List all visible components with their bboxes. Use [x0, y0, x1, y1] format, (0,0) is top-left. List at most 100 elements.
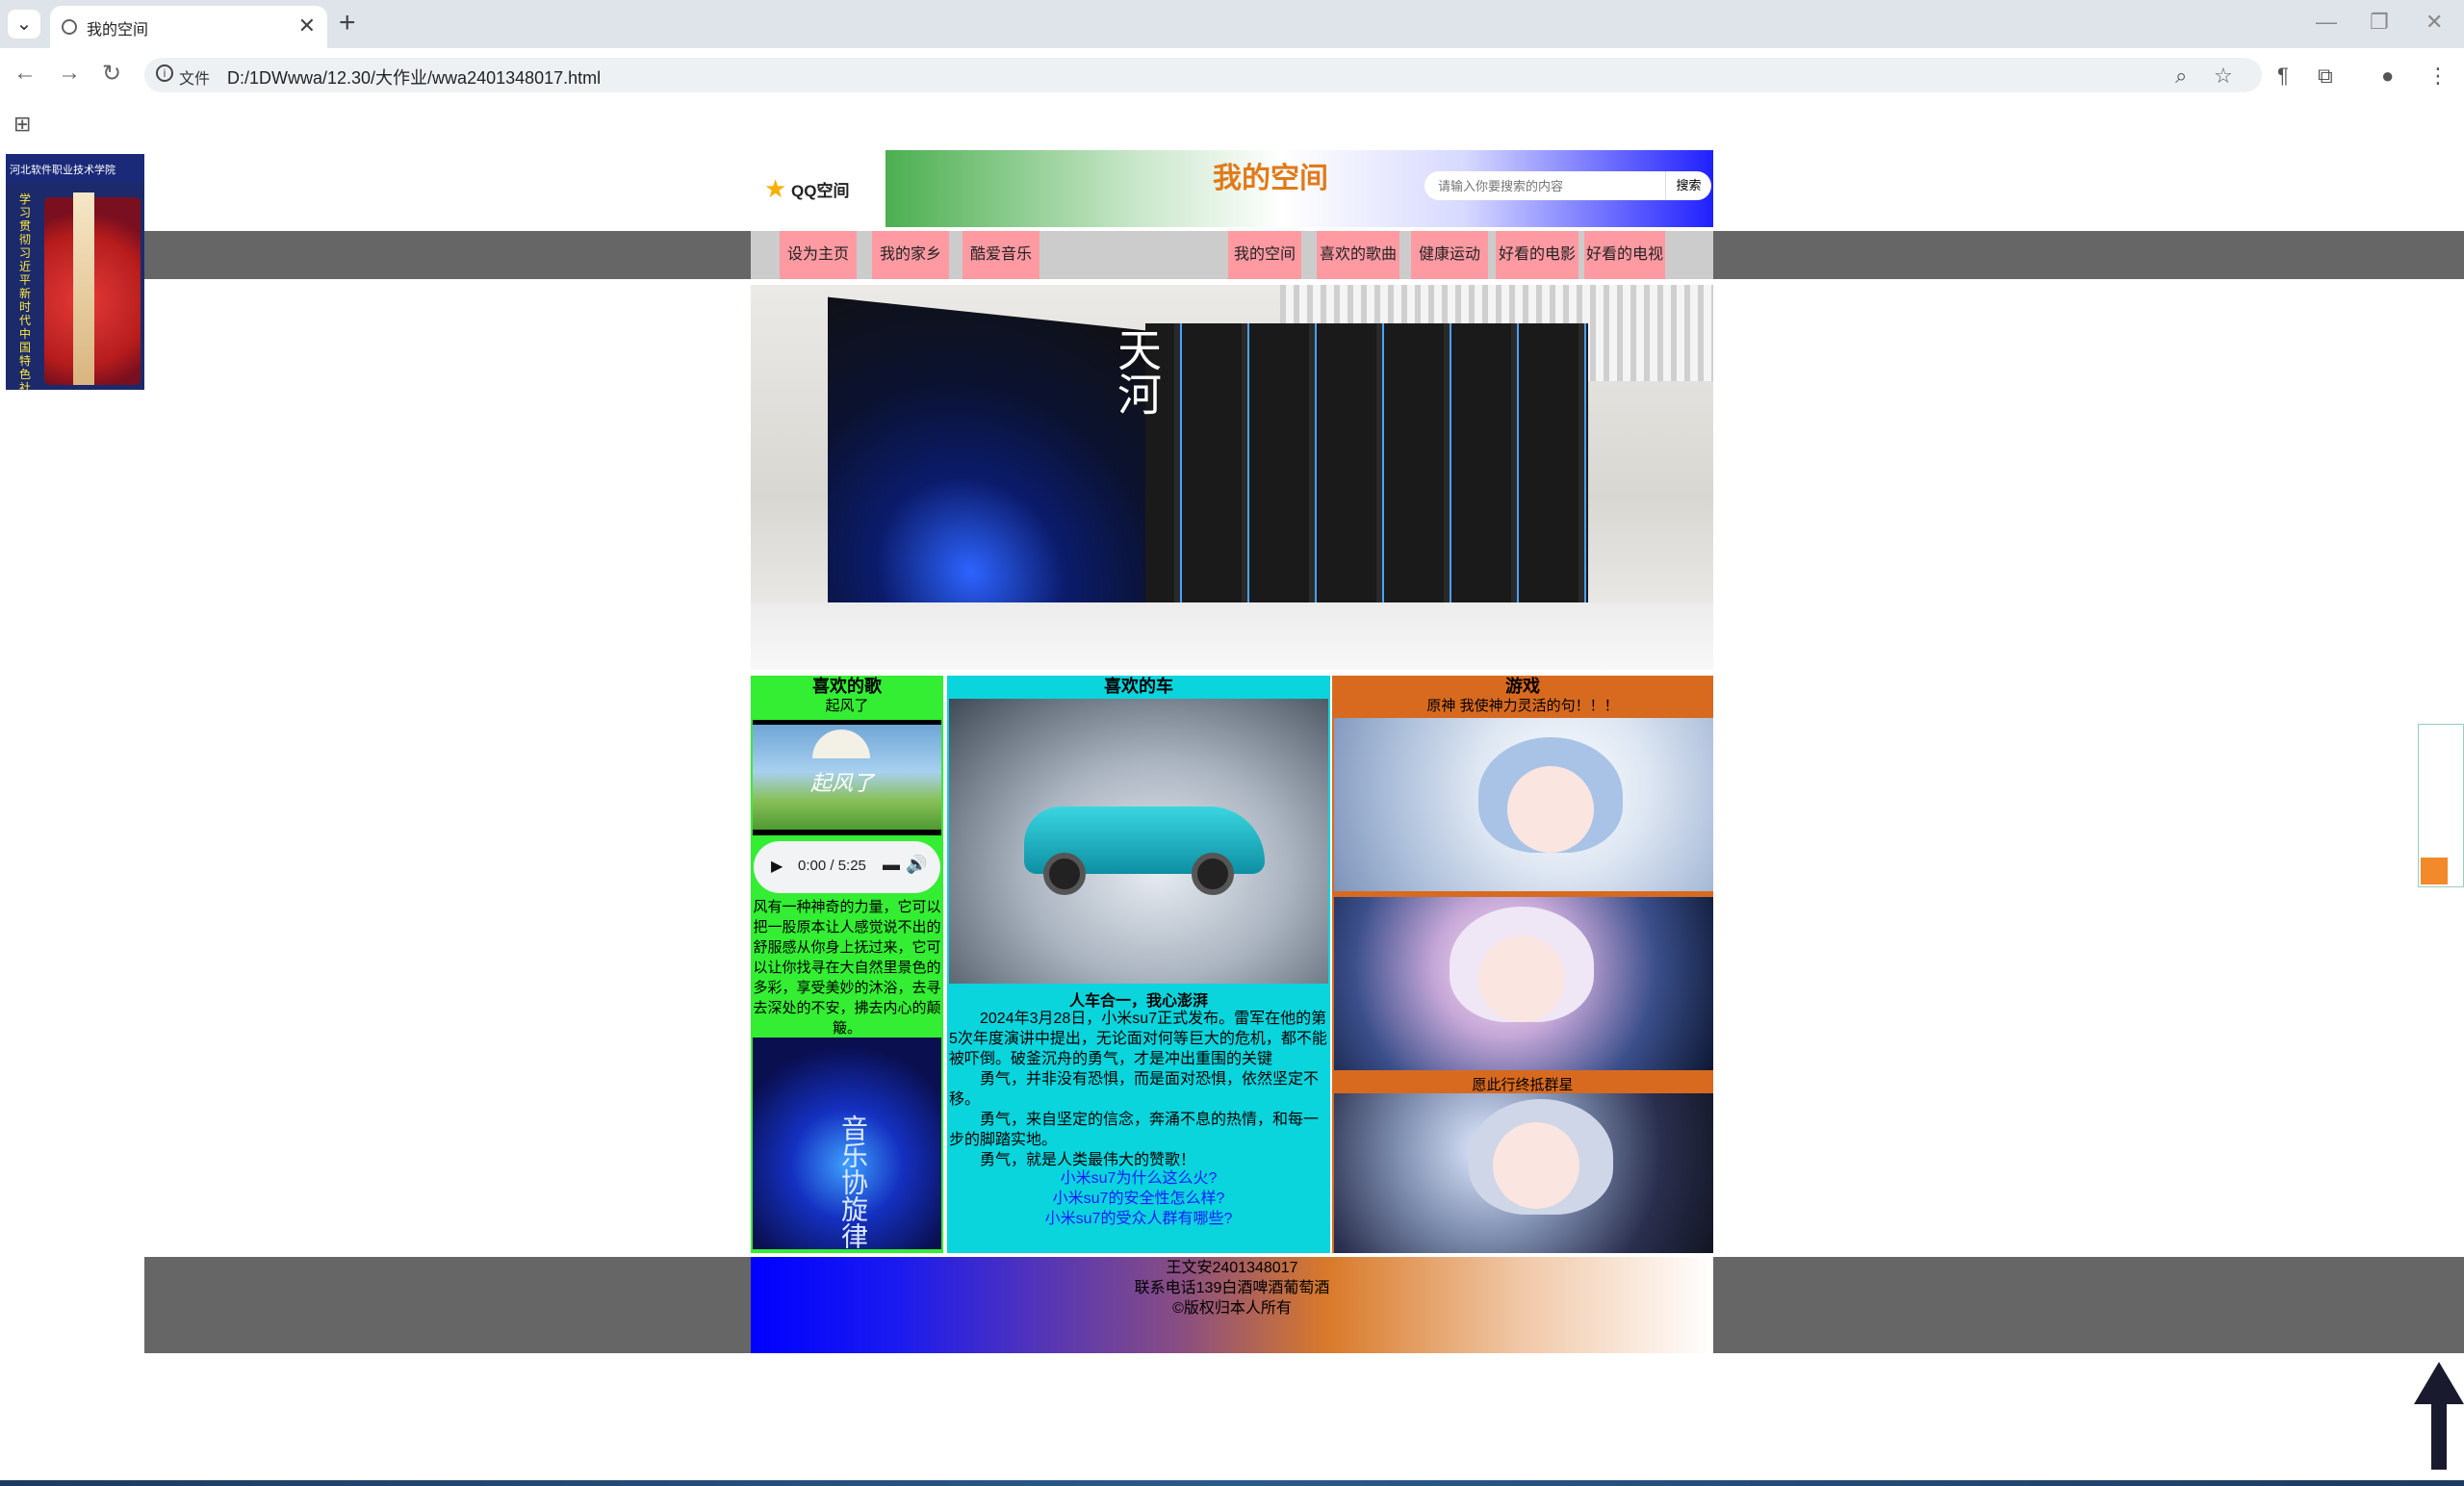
back-to-top-arrow-icon[interactable] — [2414, 1362, 2464, 1470]
info-icon[interactable]: i — [156, 64, 173, 82]
car-paragraph: 勇气，并非没有恐惧，而是面对恐惧，依然坚定不移。 — [949, 1071, 1320, 1108]
contact-person-icon[interactable] — [2421, 858, 2448, 884]
search-box[interactable] — [1424, 171, 1665, 200]
car-wheel-front — [1043, 853, 1086, 895]
character-face — [1507, 766, 1594, 853]
song-cover-image: 起风了 — [753, 720, 941, 835]
url-text[interactable]: D:/1DWwwa/12.30/大作业/wwa2401348017.html — [227, 64, 601, 90]
minimize-button[interactable]: — — [2316, 10, 2337, 35]
nav-movies[interactable]: 好看的电影 — [1496, 231, 1578, 279]
nav-fitness[interactable]: 健康运动 — [1411, 231, 1488, 279]
progress-dash-icon[interactable]: ▬ — [883, 855, 900, 875]
character-face — [1493, 1122, 1579, 1209]
game-art-1 — [1334, 718, 1713, 891]
volume-icon[interactable]: 🔊 — [906, 855, 927, 875]
os-taskbar — [0, 1480, 2464, 1486]
page-container: ★ QQ空间 我的空间 搜索 — [751, 150, 1713, 227]
car-paragraph: 勇气，来自坚定的信念，奔涌不息的热情，和每一步的脚踏实地。 — [949, 1112, 1320, 1148]
footer-contact: 联系电话139白酒啤酒葡萄酒 — [1134, 1280, 1330, 1296]
search-button[interactable]: 搜索 — [1665, 171, 1711, 200]
profile-icon[interactable]: ● — [2381, 64, 2394, 89]
car-links: 小米su7为什么这么火? 小米su7的安全性怎么样? 小米su7的受众人群有哪些… — [947, 1168, 1330, 1229]
nav-set-home[interactable]: 设为主页 — [780, 231, 857, 279]
car-link-popularity[interactable]: 小米su7为什么这么火? — [947, 1168, 1330, 1189]
reading-mode-icon[interactable]: ¶ — [2277, 64, 2289, 89]
forward-icon[interactable]: → — [58, 60, 81, 87]
header-banner: 我的空间 搜索 — [886, 150, 1713, 227]
bookmarks-bar: ⊞ — [0, 104, 2464, 144]
banner-title: 我的空间 — [1213, 163, 1328, 194]
car-image — [949, 699, 1328, 984]
star-logo-icon: ★ — [764, 174, 787, 203]
close-window-button[interactable]: ✕ — [2426, 10, 2443, 35]
cover-signature: 起风了 — [810, 772, 875, 796]
main-nav: 设为主页 我的家乡 酷爱音乐 我的空间 喜欢的歌曲 健康运动 好看的电影 好看的… — [751, 231, 1713, 279]
back-icon[interactable]: ← — [13, 60, 37, 87]
nav-hometown[interactable]: 我的家乡 — [872, 231, 949, 279]
nav-music[interactable]: 酷爱音乐 — [962, 231, 1040, 279]
browser-chrome: ⌄ 我的空间 ✕ + — ❐ ✕ ← → ↻ i 文件 D:/1DWwwa/12… — [0, 0, 2464, 144]
globe-icon — [62, 19, 77, 35]
close-tab-icon[interactable]: ✕ — [298, 13, 316, 38]
audio-player[interactable]: ▶ 0:00 / 5:25 ▬ 🔊 — [754, 841, 940, 893]
address-bar[interactable]: i 文件 D:/1DWwwa/12.30/大作业/wwa2401348017.h… — [144, 58, 2262, 92]
ad-pillar-image — [73, 192, 94, 385]
concert-poster-text: 音乐协旋律 — [837, 1114, 869, 1249]
bookmark-star-icon[interactable]: ☆ — [2214, 64, 2233, 89]
concert-poster-image: 音乐协旋律 — [753, 1038, 941, 1249]
apps-grid-icon[interactable]: ⊞ — [13, 112, 31, 137]
server-racks — [1145, 323, 1588, 602]
car-link-audience[interactable]: 小米su7的受众人群有哪些? — [947, 1209, 1330, 1229]
game-subtitle: 原神 我使神力灵活的句！！！ — [1426, 698, 1619, 714]
new-tab-button[interactable]: + — [339, 8, 356, 38]
tab-bar: ⌄ 我的空间 ✕ + — ❐ ✕ — [0, 0, 2464, 48]
site-footer: 王文安2401348017 联系电话139白酒啤酒葡萄酒 ©版权归本人所有 — [751, 1257, 1713, 1353]
song-column-title: 喜欢的歌 — [812, 677, 882, 696]
search-input[interactable] — [1424, 171, 1656, 200]
ad-school-name: 河北软件职业技术学院 — [6, 154, 144, 183]
file-label: 文件 — [179, 71, 211, 88]
car-column: 喜欢的车 人车合一，我心澎湃 2024年3月28日，小米su7正式发布。雷军在他… — [947, 676, 1330, 1253]
tab-title: 我的空间 — [87, 22, 149, 38]
logo-text: QQ空间 — [791, 182, 850, 200]
song-name: 起风了 — [825, 698, 869, 714]
hero-supercomputer-image: 天河 — [751, 285, 1713, 670]
game-caption: 愿此行终抵群星 — [1472, 1077, 1574, 1093]
umbrella-shape — [812, 730, 870, 758]
footer-author: 王文安2401348017 — [1166, 1260, 1298, 1276]
character-face — [1478, 935, 1565, 1022]
ad-side-text: 学习贯彻习近平新时代中国特色社 — [19, 192, 32, 390]
reload-icon[interactable]: ↻ — [102, 60, 121, 88]
audio-time: 0:00 / 5:25 — [798, 858, 866, 874]
song-description: 风有一种神奇的力量，它可以把一股原本让人感觉说不出的舒服感从你身上抚过来，它可以… — [753, 899, 941, 1037]
nav-tv-shows[interactable]: 好看的电视 — [1584, 231, 1665, 279]
footer-copyright: ©版权归本人所有 — [1172, 1300, 1292, 1317]
qzone-logo[interactable]: ★ QQ空间 — [764, 174, 860, 203]
car-column-title: 喜欢的车 — [1104, 677, 1173, 696]
tab-search-button[interactable]: ⌄ — [8, 10, 40, 38]
floor — [751, 602, 1713, 670]
restore-button[interactable]: ❐ — [2370, 10, 2389, 35]
game-art-2 — [1334, 897, 1713, 1070]
car-headline: 人车合一，我心澎湃 — [1068, 993, 1208, 1010]
song-column: 喜欢的歌 起风了 起风了 ▶ 0:00 / 5:25 ▬ 🔊 风有一种神奇的力量… — [751, 676, 943, 1253]
menu-icon[interactable]: ⋮ — [2427, 64, 2449, 89]
play-icon[interactable]: ▶ — [771, 857, 783, 876]
side-advertisement[interactable]: 河北软件职业技术学院 学习贯彻习近平新时代中国特色社 — [6, 154, 144, 390]
car-wheel-rear — [1192, 853, 1234, 895]
game-column: 游戏 原神 我使神力灵活的句！！！ 愿此行终抵群星 — [1332, 676, 1713, 1253]
car-article: 2024年3月28日，小米su7正式发布。雷军在他的第5次年度演讲中提出，无论面… — [949, 1009, 1328, 1170]
zoom-icon[interactable]: ⌕ — [2175, 64, 2187, 89]
car-paragraph: 勇气，就是人类最伟大的赞歌！ — [980, 1152, 1196, 1168]
nav-favorite-songs[interactable]: 喜欢的歌曲 — [1317, 231, 1399, 279]
game-art-3 — [1334, 1093, 1713, 1253]
tianhe-text: 天河 — [1111, 327, 1163, 416]
extensions-icon[interactable]: ⧉ — [2318, 64, 2333, 89]
site-header: ★ QQ空间 我的空间 搜索 — [751, 150, 1713, 227]
car-paragraph: 2024年3月28日，小米su7正式发布。雷军在他的第5次年度演讲中提出，无论面… — [949, 1011, 1327, 1067]
car-link-safety[interactable]: 小米su7的安全性怎么样? — [947, 1189, 1330, 1209]
browser-tab[interactable]: 我的空间 ✕ — [50, 6, 327, 48]
nav-my-space[interactable]: 我的空间 — [1228, 231, 1301, 279]
game-column-title: 游戏 — [1505, 677, 1540, 696]
floating-chat-widget[interactable] — [2418, 724, 2464, 887]
